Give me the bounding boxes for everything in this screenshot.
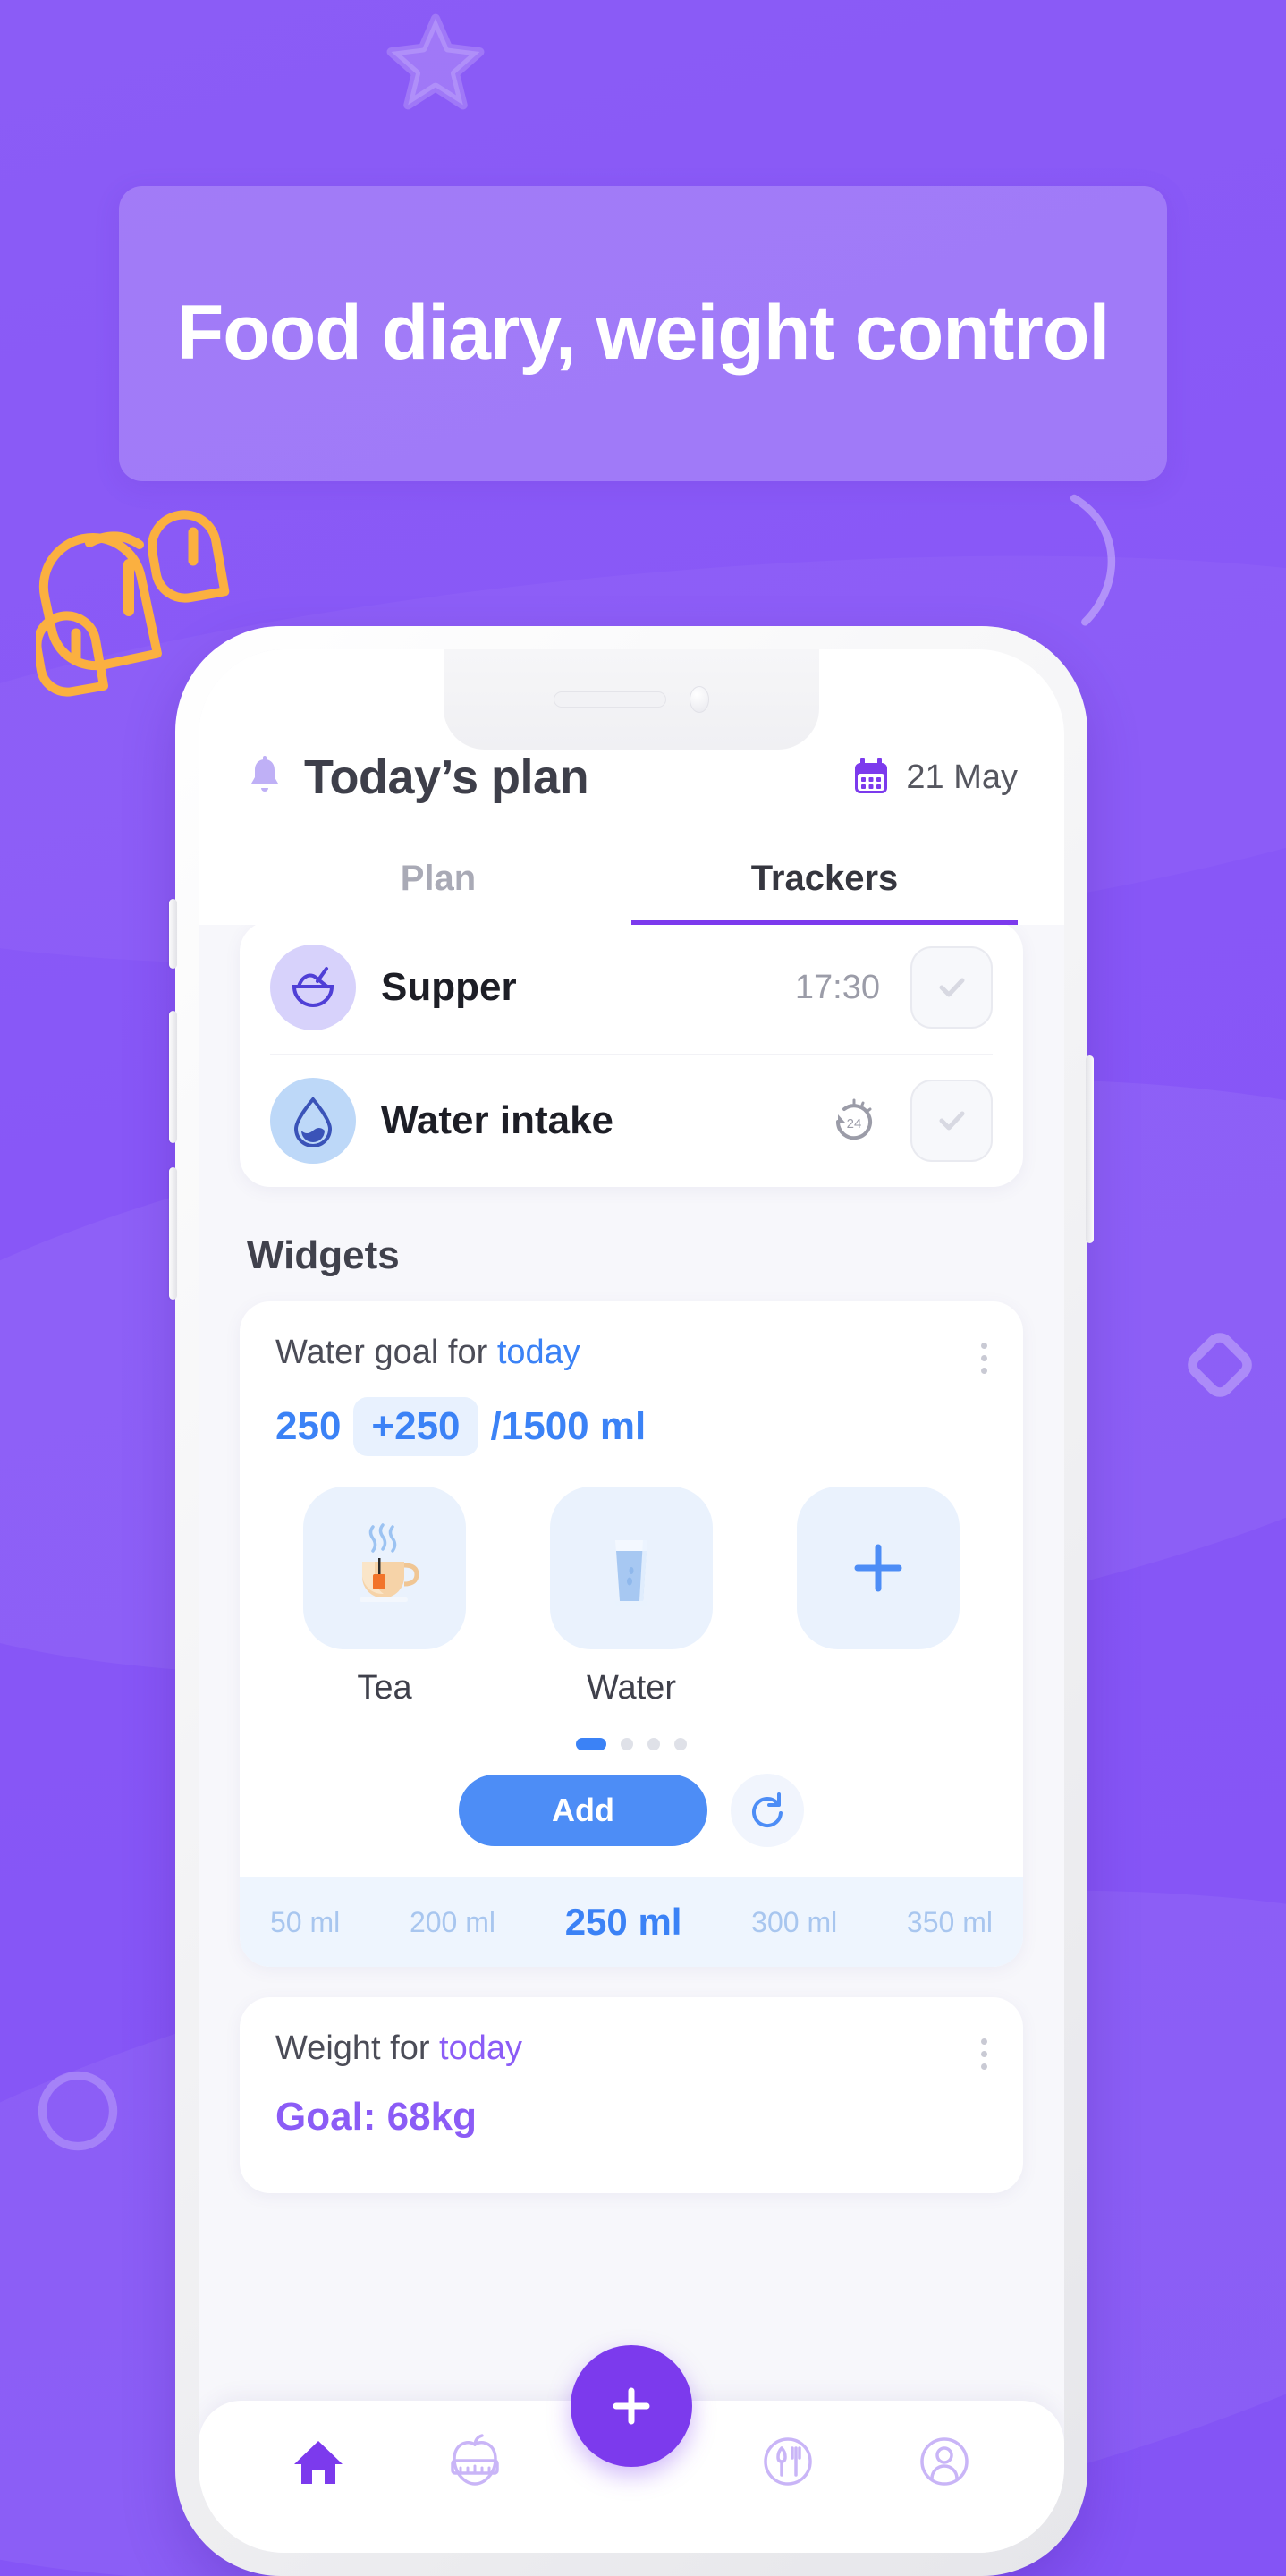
drink-option-water[interactable]: Water: [522, 1487, 740, 1707]
water-widget-title: Water goal for today: [275, 1334, 580, 1372]
weight-widget-title: Weight for today: [275, 2029, 522, 2068]
tracker-label: Water intake: [381, 1098, 614, 1142]
app-screen: Today’s plan 21 May Plan Trackers Supper…: [199, 649, 1064, 2553]
page-title: Today’s plan: [304, 750, 589, 804]
phone-speaker: [554, 691, 666, 708]
plate-cutlery-icon: [764, 2437, 812, 2486]
tea-cup-icon: [360, 1523, 419, 1602]
phone-notch: [444, 649, 819, 750]
promo-headline-text: Food diary, weight control: [176, 290, 1111, 377]
tracker-row-supper[interactable]: Supper 17:30: [270, 925, 993, 1054]
water-widget-title-accent: today: [496, 1334, 580, 1371]
current-date: 21 May: [906, 758, 1018, 796]
check-icon: [939, 1111, 965, 1131]
bowl-icon: [292, 967, 334, 1007]
weight-widget-title-accent: today: [439, 2029, 523, 2067]
plus-icon: [613, 2387, 650, 2425]
reset-button[interactable]: [731, 1774, 804, 1847]
tracker-checkbox[interactable]: [910, 946, 993, 1029]
phone-mockup: Today’s plan 21 May Plan Trackers Supper…: [169, 626, 1094, 2576]
more-vertical-icon[interactable]: [981, 2029, 987, 2070]
water-widget-title-prefix: Water goal for: [275, 1334, 497, 1371]
volume-option[interactable]: 50 ml: [270, 1906, 340, 1939]
bell-icon[interactable]: [245, 756, 284, 799]
weight-goal-text: Goal: 68kg: [275, 2095, 477, 2139]
water-amount-row: 250 +250 /1500 ml: [240, 1374, 1023, 1456]
diamond-outline-icon: [1188, 1333, 1252, 1397]
tab-plan[interactable]: Plan: [245, 835, 631, 925]
tracker-row-water-intake[interactable]: Water intake 24: [270, 1054, 993, 1187]
water-widget-header: Water goal for today: [240, 1301, 1023, 1374]
phone-front-camera: [690, 686, 709, 713]
volume-option-selected[interactable]: 250 ml: [565, 1901, 682, 1944]
water-goal-widget: Water goal for today 250 +250 /1500 ml T…: [240, 1301, 1023, 1967]
nav-item-profile[interactable]: [867, 2432, 1023, 2491]
circle-outline-icon: [38, 2071, 118, 2151]
water-action-row: Add: [240, 1750, 1023, 1877]
promo-headline-banner: Food diary, weight control: [119, 186, 1167, 481]
weight-widget-header: Weight for today: [240, 1997, 1023, 2070]
pager-dot[interactable]: [674, 1738, 687, 1750]
pager-dot[interactable]: [576, 1738, 606, 1750]
add-entry-fab[interactable]: [571, 2345, 692, 2467]
promo-stage: Food diary, weight control Today’s plan …: [0, 0, 1286, 2576]
apple-tape-icon: [451, 2434, 499, 2486]
tab-bar: Plan Trackers: [245, 835, 1018, 925]
phone-mute-button[interactable]: [169, 899, 177, 969]
water-current-amount: 250: [275, 1404, 342, 1448]
calendar-icon[interactable]: [852, 758, 890, 797]
add-button[interactable]: Add: [459, 1775, 707, 1846]
volume-picker[interactable]: 50 ml 200 ml 250 ml 300 ml 350 ml: [240, 1877, 1023, 1967]
profile-icon: [920, 2437, 969, 2486]
water-increment-chip[interactable]: +250: [353, 1397, 478, 1456]
curve-line-icon: [1070, 494, 1115, 626]
pager-dot[interactable]: [647, 1738, 660, 1750]
phone-volume-up-button[interactable]: [169, 1011, 177, 1143]
nav-item-meals[interactable]: [710, 2432, 867, 2491]
drink-tile: [303, 1487, 466, 1649]
volume-option[interactable]: 200 ml: [410, 1906, 495, 1939]
app-header-left: Today’s plan: [245, 750, 589, 805]
drink-selector: Tea Water: [240, 1456, 1023, 1707]
water-drop-icon-wrap: [270, 1078, 356, 1164]
more-vertical-icon[interactable]: [981, 1334, 987, 1374]
carousel-pager[interactable]: [240, 1738, 1023, 1750]
water-drop-icon: [293, 1096, 333, 1147]
drink-label: Water: [587, 1669, 676, 1707]
volume-option[interactable]: 350 ml: [907, 1906, 993, 1939]
clock-24h-icon: 24: [835, 1098, 872, 1140]
bowl-icon-wrap: [270, 945, 356, 1030]
water-glass-icon: [614, 1540, 648, 1606]
volume-option[interactable]: 300 ml: [751, 1906, 837, 1939]
clock-24-label: 24: [847, 1116, 862, 1131]
weight-widget: Weight for today Goal: 68kg: [240, 1997, 1023, 2193]
tab-trackers[interactable]: Trackers: [631, 835, 1018, 925]
app-header-right[interactable]: 21 May: [852, 758, 1018, 797]
drink-option-add[interactable]: [769, 1487, 987, 1669]
drink-tile: [550, 1487, 713, 1649]
refresh-icon: [752, 1792, 783, 1828]
tracker-label: Supper: [381, 965, 517, 1009]
home-icon: [293, 2441, 343, 2484]
drink-tile: [797, 1487, 960, 1649]
check-icon: [939, 978, 965, 997]
tracker-checkbox[interactable]: [910, 1080, 993, 1162]
drink-option-tea[interactable]: Tea: [275, 1487, 494, 1707]
app-content[interactable]: Supper 17:30 Water intake 24 Widgets Wat…: [199, 925, 1064, 2553]
nav-item-weight[interactable]: [396, 2432, 553, 2491]
drink-label: Tea: [357, 1669, 412, 1707]
star-icon: [386, 13, 485, 110]
nav-item-home[interactable]: [240, 2432, 396, 2491]
section-title-widgets: Widgets: [247, 1233, 400, 1277]
pager-dot[interactable]: [621, 1738, 633, 1750]
plus-icon: [854, 1544, 902, 1592]
weight-widget-title-prefix: Weight for: [275, 2029, 440, 2067]
phone-volume-down-button[interactable]: [169, 1167, 177, 1300]
tracker-time: 17:30: [794, 968, 880, 1006]
phone-screen-bezel: Today’s plan 21 May Plan Trackers Supper…: [199, 649, 1064, 2553]
water-goal-total: /1500 ml: [490, 1404, 647, 1448]
tracker-list: Supper 17:30 Water intake 24: [240, 925, 1023, 1187]
app-header-row: Today’s plan 21 May: [245, 750, 1018, 835]
phone-power-button[interactable]: [1086, 1055, 1094, 1243]
